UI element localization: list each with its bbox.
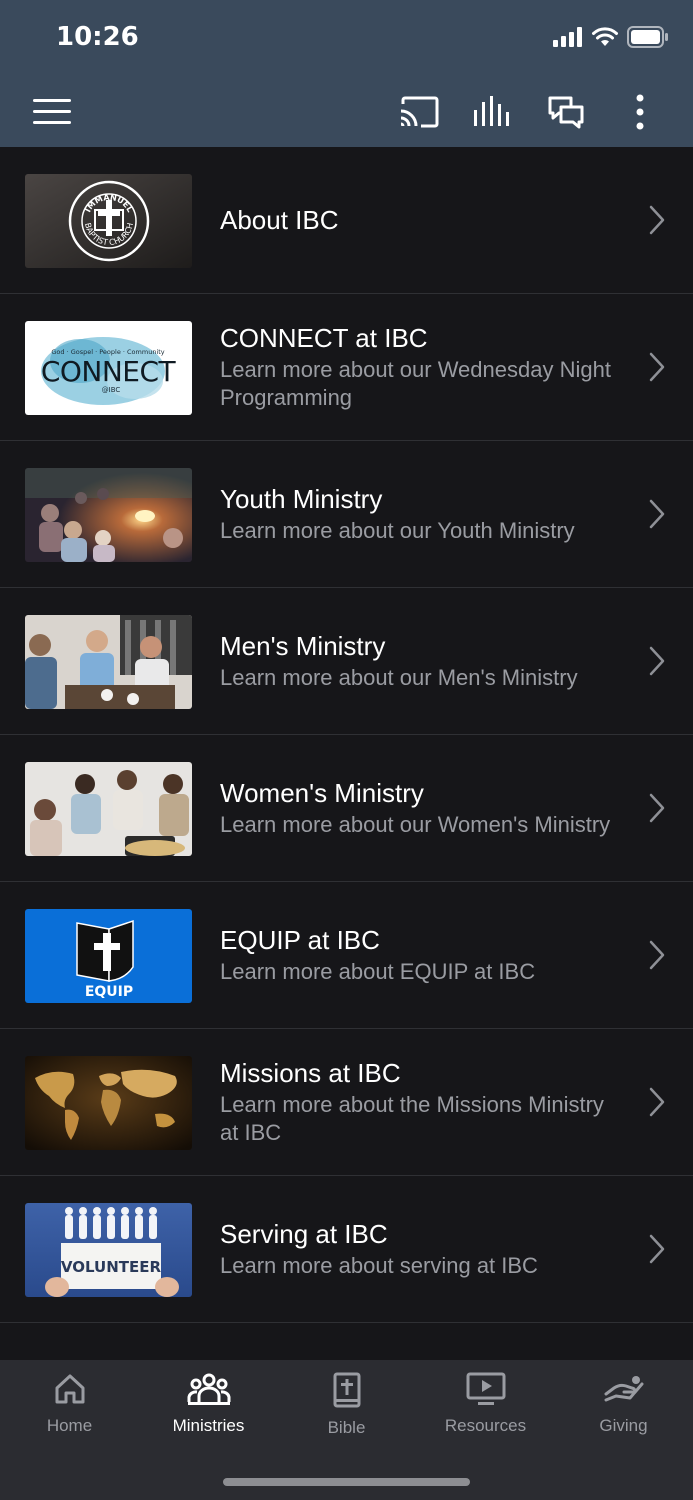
tab-ministries[interactable]: Ministries	[139, 1372, 278, 1452]
connect-word: CONNECT	[41, 355, 177, 388]
item-title: Missions at IBC	[220, 1058, 401, 1088]
item-title: About IBC	[220, 205, 339, 235]
status-time: 10:26	[56, 22, 139, 52]
list-item-equip-at-ibc[interactable]: EQUIP EQUIP at IBC Learn more about EQUI…	[0, 882, 693, 1029]
connect-sub: @IBC	[102, 386, 121, 394]
list-item-serving-at-ibc[interactable]: VOLUNTEER Serving at IBC Learn more abou…	[0, 1176, 693, 1323]
serving-thumbnail: VOLUNTEER	[25, 1203, 192, 1297]
item-subtitle: Learn more about our Youth Ministry	[220, 518, 575, 543]
more-options-button[interactable]	[616, 90, 664, 134]
item-title: Men's Ministry	[220, 631, 386, 661]
chevron-right-icon	[649, 793, 665, 823]
menu-button[interactable]	[28, 90, 76, 134]
womens-ministry-thumbnail	[25, 762, 192, 856]
chevron-right-icon	[649, 1234, 665, 1264]
item-title: Women's Ministry	[220, 778, 424, 808]
item-title: EQUIP at IBC	[220, 925, 380, 955]
chevron-right-icon	[649, 1087, 665, 1117]
status-icons	[553, 26, 669, 48]
missions-thumbnail	[25, 1056, 192, 1150]
list-item-mens-ministry[interactable]: Men's Ministry Learn more about our Men'…	[0, 588, 693, 735]
cast-button[interactable]	[395, 90, 443, 134]
list-item-youth-ministry[interactable]: Youth Ministry Learn more about our Yout…	[0, 441, 693, 588]
youth-ministry-thumbnail	[25, 468, 192, 562]
messages-button[interactable]	[542, 90, 590, 134]
tab-label: Giving	[599, 1416, 648, 1435]
tab-label: Ministries	[172, 1416, 245, 1435]
people-icon	[187, 1373, 230, 1405]
connect-thumbnail: God · Gospel · People · Community CONNEC…	[25, 321, 192, 415]
chevron-right-icon	[649, 352, 665, 382]
tab-giving[interactable]: Giving	[554, 1372, 693, 1452]
cast-icon	[400, 96, 439, 128]
tab-resources[interactable]: Resources	[416, 1372, 555, 1452]
app-header: 10:26	[0, 0, 693, 147]
video-icon	[466, 1372, 505, 1405]
audio-bars-icon	[474, 96, 509, 126]
tab-label: Resources	[444, 1416, 527, 1435]
giving-icon	[604, 1376, 643, 1402]
chat-bubbles-icon	[548, 96, 584, 129]
home-indicator[interactable]	[223, 1478, 470, 1486]
status-bar: 10:26	[0, 0, 693, 80]
chevron-right-icon	[649, 940, 665, 970]
list-item-connect-at-ibc[interactable]: God · Gospel · People · Community CONNEC…	[0, 294, 693, 441]
volunteer-sign-text: VOLUNTEER	[61, 1258, 162, 1276]
wifi-icon	[592, 27, 618, 46]
more-vertical-icon	[636, 94, 644, 130]
list-item-womens-ministry[interactable]: Women's Ministry Learn more about our Wo…	[0, 735, 693, 882]
item-title: Serving at IBC	[220, 1219, 388, 1249]
chevron-right-icon	[649, 499, 665, 529]
equip-thumbnail: EQUIP	[25, 909, 192, 1003]
list-item-about-ibc[interactable]: IMMANUEL BAPTIST CHURCH About IBC	[0, 147, 693, 294]
item-subtitle: Learn more about EQUIP at IBC	[220, 959, 536, 984]
bible-icon	[333, 1372, 360, 1408]
about-ibc-thumbnail: IMMANUEL BAPTIST CHURCH	[25, 174, 192, 268]
item-subtitle: Learn more about the Missions Ministry a…	[220, 1092, 604, 1145]
tab-label: Home	[46, 1416, 93, 1435]
item-title: Youth Ministry	[220, 484, 383, 514]
list-item-missions-at-ibc[interactable]: Missions at IBC Learn more about the Mis…	[0, 1029, 693, 1176]
item-subtitle: Learn more about our Women's Ministry	[220, 812, 611, 837]
chevron-right-icon	[649, 205, 665, 235]
tab-bible[interactable]: Bible	[277, 1372, 416, 1452]
item-title: CONNECT at IBC	[220, 323, 428, 353]
battery-icon	[627, 26, 668, 48]
equip-logo-text: EQUIP	[85, 984, 133, 1000]
chevron-right-icon	[649, 646, 665, 676]
item-subtitle: Learn more about serving at IBC	[220, 1253, 538, 1278]
tab-label: Bible	[327, 1418, 366, 1437]
mens-ministry-thumbnail	[25, 615, 192, 709]
cellular-signal-icon	[553, 27, 582, 47]
ministries-list: IMMANUEL BAPTIST CHURCH About IBC God · …	[0, 147, 693, 1323]
toolbar	[0, 80, 693, 147]
home-icon	[55, 1374, 84, 1404]
item-subtitle: Learn more about our Men's Ministry	[220, 665, 578, 690]
tab-home[interactable]: Home	[0, 1372, 139, 1452]
item-subtitle: Learn more about our Wednesday Night Pro…	[220, 357, 611, 410]
audio-button[interactable]	[468, 90, 516, 134]
hamburger-menu-icon	[33, 99, 71, 124]
